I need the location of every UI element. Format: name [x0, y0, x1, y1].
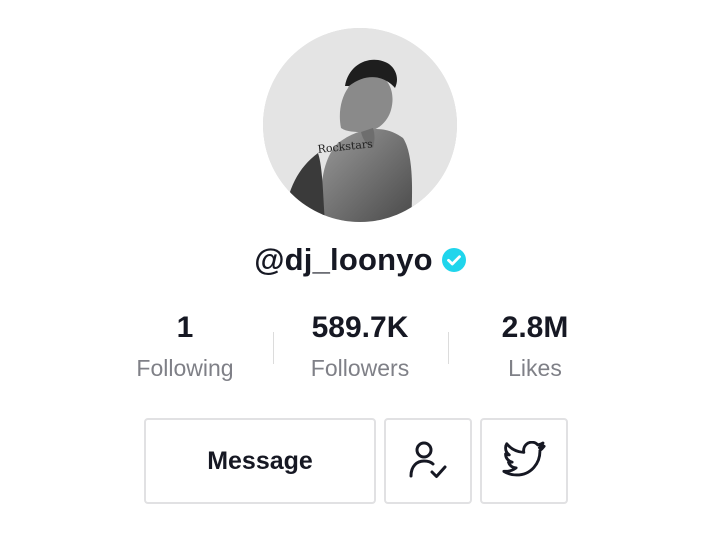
stat-value: 1: [176, 311, 194, 344]
username: @dj_loonyo: [254, 242, 433, 277]
stat-value: 2.8M: [501, 311, 569, 344]
profile-avatar[interactable]: Rockstars: [263, 28, 457, 222]
avatar-photo: Rockstars: [263, 28, 457, 222]
username-row: @dj_loonyo: [0, 238, 720, 282]
user-check-icon: [409, 441, 447, 478]
twitter-button[interactable]: [480, 418, 568, 504]
following-button[interactable]: [384, 418, 472, 504]
stat-followers[interactable]: 589.7K Followers: [272, 308, 448, 382]
stat-value: 589.7K: [311, 311, 409, 344]
profile-stats: 1 Following 589.7K Followers 2.8M Likes: [97, 308, 623, 388]
stat-label: Followers: [310, 355, 410, 381]
twitter-icon: [502, 441, 546, 477]
stat-label: Likes: [508, 355, 562, 381]
stat-likes: 2.8M Likes: [447, 308, 623, 382]
message-button[interactable]: Message: [144, 418, 376, 504]
stat-following[interactable]: 1 Following: [97, 308, 273, 382]
stat-label: Following: [136, 355, 234, 381]
verified-badge-icon: [441, 248, 466, 272]
